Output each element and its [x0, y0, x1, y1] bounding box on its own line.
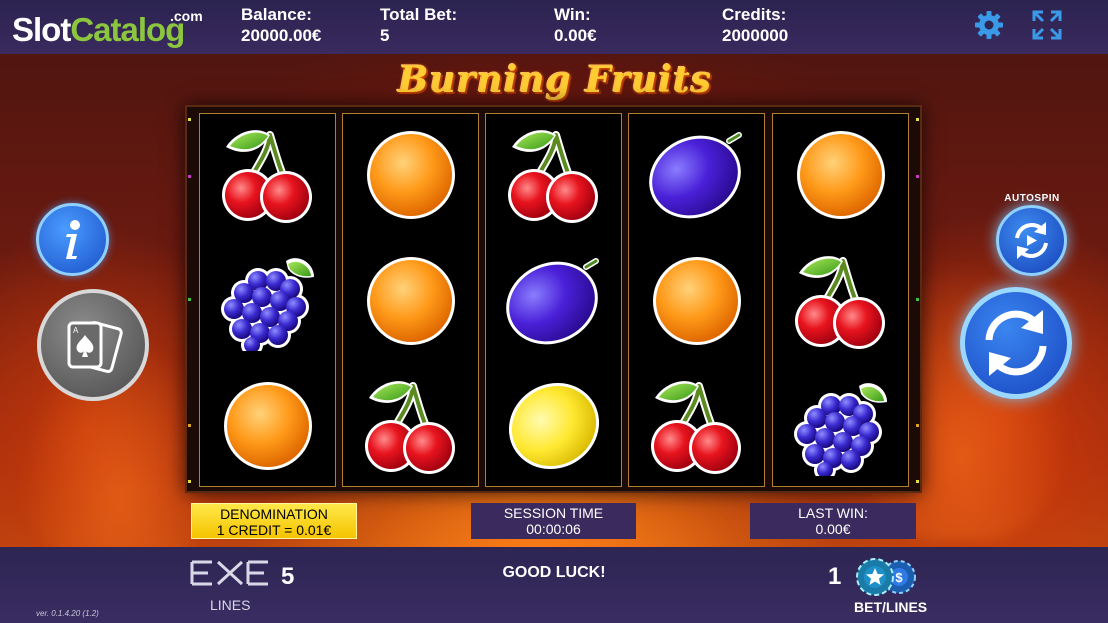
- top-bar: SlotCatalog .com Balance: 20000.00€ Tota…: [0, 0, 1108, 54]
- payline-marker: [916, 175, 919, 178]
- payline-marker: [916, 480, 919, 483]
- cherry-symbol: [791, 251, 891, 351]
- credits-value: 2000000: [722, 26, 789, 45]
- cherry-symbol: [361, 376, 461, 476]
- denomination-value: 1 CREDIT = 0.01€: [216, 522, 332, 538]
- fullscreen-expand-icon[interactable]: [1030, 8, 1064, 42]
- slotcatalog-logo[interactable]: SlotCatalog: [12, 11, 185, 48]
- logo-main-text: Slot: [12, 11, 71, 48]
- paytable-button[interactable]: A: [37, 289, 149, 401]
- credits-stat: Credits: 2000000: [722, 4, 788, 46]
- lines-label: LINES: [210, 597, 251, 613]
- orange-symbol: [224, 382, 312, 470]
- lemon-symbol: [504, 376, 604, 476]
- total-bet-stat: Total Bet: 5: [380, 4, 457, 46]
- payline-marker: [916, 118, 919, 121]
- total-bet-label: Total Bet:: [380, 5, 458, 24]
- plum-symbol: [647, 125, 747, 225]
- playing-cards-icon: A: [67, 321, 123, 373]
- logo-suffix: .com: [170, 8, 203, 24]
- last-win-box: LAST WIN: 0.00€: [750, 503, 916, 539]
- svg-text:$: $: [895, 570, 903, 585]
- version-text: ver. 0.1.4.20 (1.2): [36, 609, 99, 618]
- reel-5: [772, 113, 909, 487]
- chips-icon: $: [856, 558, 916, 596]
- orange-symbol: [653, 257, 741, 345]
- payline-marker: [188, 424, 191, 427]
- info-button[interactable]: [36, 203, 109, 276]
- lines-selector[interactable]: [190, 559, 270, 592]
- win-label: Win:: [554, 5, 591, 24]
- autospin-button[interactable]: [996, 205, 1067, 276]
- payline-marker: [916, 298, 919, 301]
- win-stat: Win: 0.00€: [554, 4, 597, 46]
- payline-marker: [188, 175, 191, 178]
- bet-lines-value: 1: [828, 563, 842, 590]
- plum-symbol: [504, 251, 604, 351]
- reel-1: [199, 113, 336, 487]
- orange-symbol: [367, 131, 455, 219]
- grapes-symbol: [221, 258, 314, 351]
- bet-lines-label: BET/LINES: [854, 599, 928, 615]
- game-title: Burning Fruits: [398, 59, 712, 101]
- payline-marker: [188, 298, 191, 301]
- balance-value: 20000.00€: [241, 26, 322, 45]
- grapes-symbol: [794, 383, 887, 476]
- lines-icon: [190, 560, 268, 586]
- bottom-bar: 5 LINES GOOD LUCK! 1 $ BET/LINES ver. 0.…: [0, 547, 1108, 623]
- spin-button[interactable]: [960, 287, 1072, 399]
- status-message: GOOD LUCK!: [502, 564, 606, 581]
- last-win-label: LAST WIN:: [798, 505, 868, 521]
- bet-lines-selector[interactable]: $: [855, 557, 921, 602]
- info-icon: [66, 220, 80, 259]
- session-time-value: 00:00:06: [526, 521, 581, 537]
- settings-gear-icon[interactable]: [972, 8, 1006, 42]
- credits-label: Credits:: [722, 5, 787, 24]
- autospin-refresh-icon: [1015, 222, 1048, 259]
- payline-marker: [188, 480, 191, 483]
- cherry-symbol: [647, 376, 747, 476]
- session-time-box: SESSION TIME 00:00:06: [471, 503, 636, 539]
- session-time-label: SESSION TIME: [503, 505, 604, 521]
- cherry-symbol: [504, 125, 604, 225]
- reel-4: [628, 113, 765, 487]
- cherry-symbol: [218, 125, 318, 225]
- last-win-value: 0.00€: [815, 521, 851, 537]
- spin-refresh-icon: [985, 310, 1047, 376]
- autospin-label: AUTOSPIN: [1004, 193, 1060, 204]
- total-bet-value: 5: [380, 26, 390, 45]
- win-value: 0.00€: [554, 26, 597, 45]
- reel-3: [485, 113, 622, 487]
- lines-value: 5: [281, 563, 295, 590]
- orange-symbol: [367, 257, 455, 345]
- payline-marker: [916, 424, 919, 427]
- denomination-label: DENOMINATION: [220, 506, 328, 522]
- reel-2: [342, 113, 479, 487]
- orange-symbol: [797, 131, 885, 219]
- logo-accent-text: Catalog: [70, 11, 185, 48]
- balance-label: Balance:: [241, 5, 312, 24]
- denomination-box[interactable]: DENOMINATION 1 CREDIT = 0.01€: [191, 503, 357, 539]
- payline-marker: [188, 118, 191, 121]
- balance-stat: Balance: 20000.00€: [241, 4, 321, 46]
- svg-text:A: A: [73, 326, 79, 335]
